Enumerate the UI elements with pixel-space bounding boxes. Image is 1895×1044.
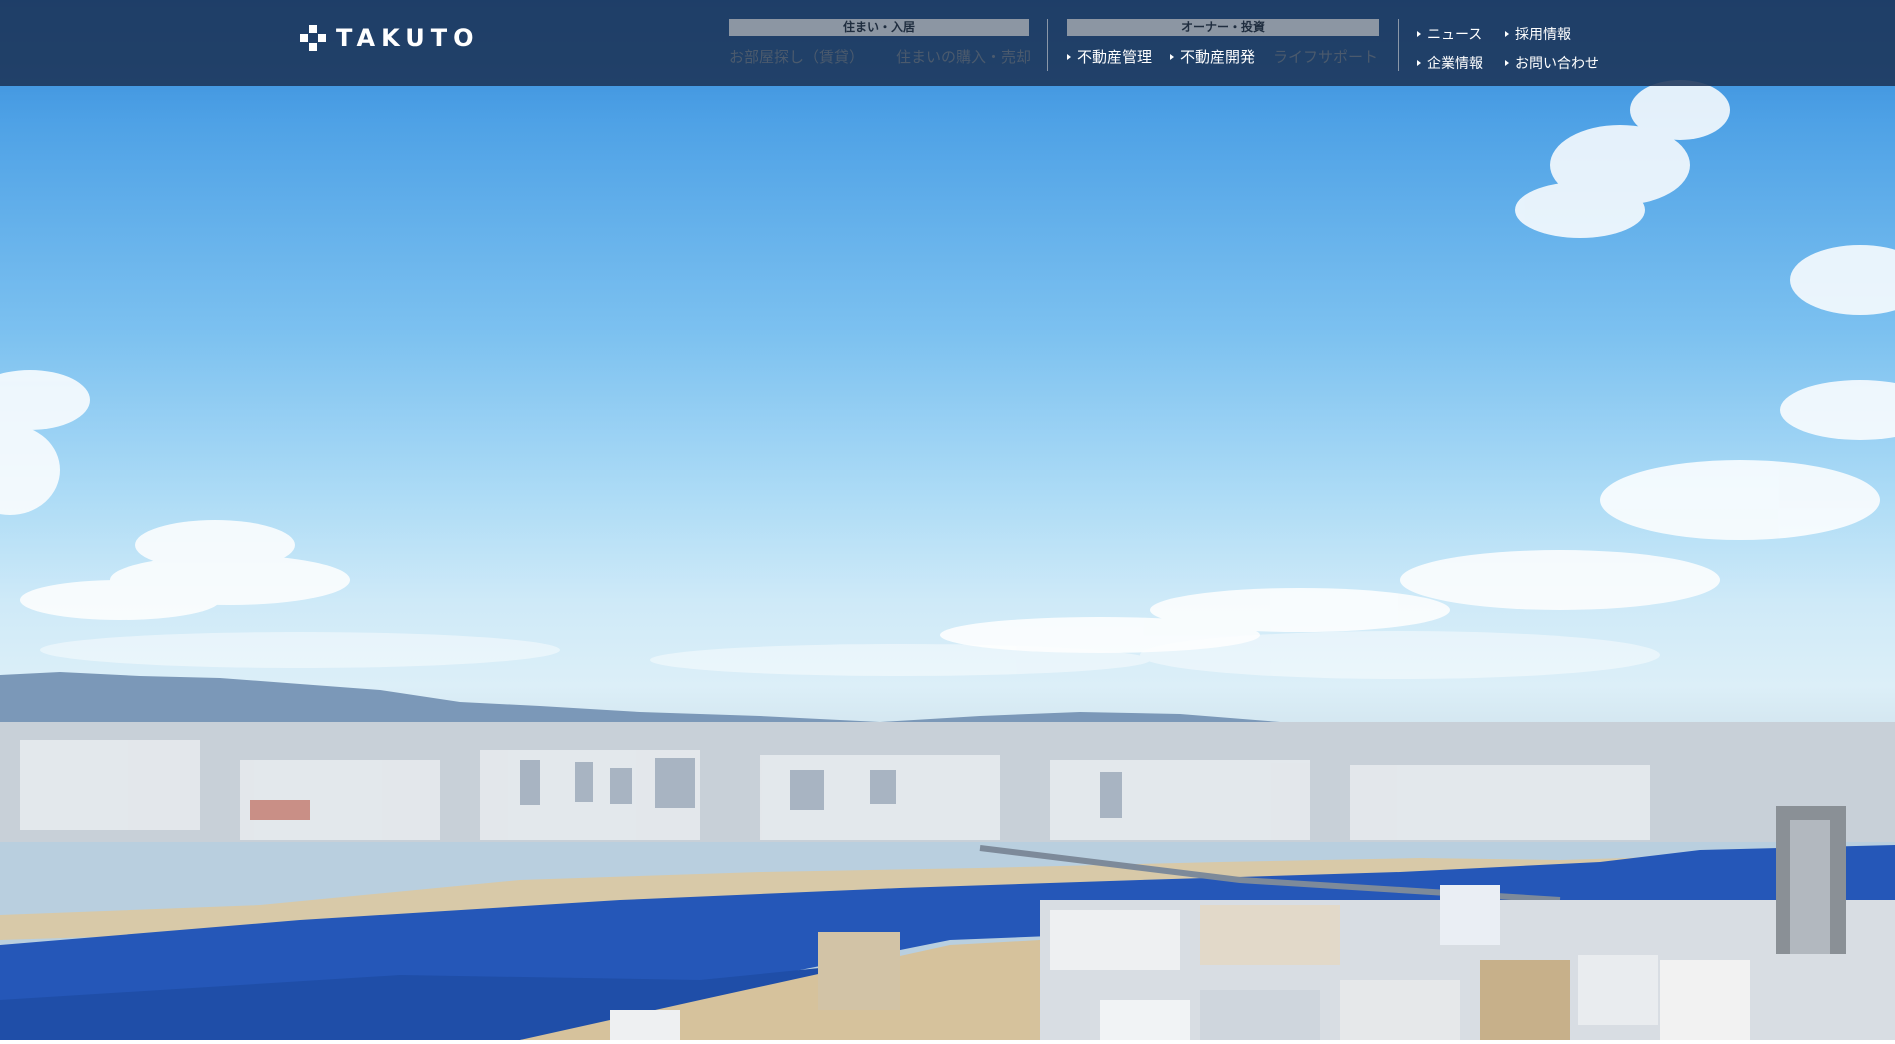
nav-link-news[interactable]: ニュース <box>1417 24 1505 44</box>
nav-link-label: 不動産開発 <box>1180 48 1256 66</box>
nav-link-label: お問い合わせ <box>1515 56 1599 72</box>
hero-image <box>0 0 1895 1040</box>
nav-link-buy-sell[interactable]: 住まいの購入・売却 <box>896 46 1031 67</box>
nav-divider <box>1047 19 1048 71</box>
nav-link-label: 企業情報 <box>1427 56 1483 72</box>
arrow-right-icon <box>1417 60 1421 66</box>
nav-link-room-search[interactable]: お部屋探し（賃貸） <box>729 46 864 67</box>
nav-group-residence: 住まい・入居 お部屋探し（賃貸） 住まいの購入・売却 <box>729 19 1031 67</box>
logo-text: TAKUTO <box>336 24 480 52</box>
nav-link-label: 不動産管理 <box>1077 48 1153 66</box>
arrow-right-icon <box>1067 53 1071 60</box>
nav-link-contact[interactable]: お問い合わせ <box>1505 53 1605 73</box>
nav-divider <box>1398 19 1399 71</box>
site-header: TAKUTO 住まい・入居 お部屋探し（賃貸） 住まいの購入・売却 オーナー・投… <box>0 0 1895 86</box>
nav-link-property-management[interactable]: 不動産管理 <box>1067 46 1152 67</box>
utility-nav: ニュース 採用情報 企業情報 お問い合わせ <box>1417 24 1605 73</box>
nav-group-owner: オーナー・投資 不動産管理 不動産開発 ライフサポート <box>1067 19 1379 67</box>
arrow-right-icon <box>1505 31 1509 37</box>
nav-group-label: オーナー・投資 <box>1067 19 1379 36</box>
nav-group-label: 住まい・入居 <box>729 19 1029 36</box>
nav-link-label: ニュース <box>1427 27 1483 43</box>
nav-link-label: 採用情報 <box>1515 27 1571 43</box>
nav-link-life-support[interactable]: ライフサポート <box>1273 46 1378 67</box>
cityscape-illustration <box>0 80 1895 1040</box>
arrow-right-icon <box>1170 53 1175 60</box>
nav-link-property-development[interactable]: 不動産開発 <box>1170 46 1255 67</box>
logo-cross-icon <box>300 25 326 51</box>
clouds <box>0 80 1895 653</box>
arrow-right-icon <box>1505 60 1509 66</box>
nav-link-company[interactable]: 企業情報 <box>1417 53 1505 73</box>
nav-link-recruit[interactable]: 採用情報 <box>1505 24 1605 44</box>
arrow-right-icon <box>1417 31 1421 37</box>
logo[interactable]: TAKUTO <box>300 24 480 52</box>
